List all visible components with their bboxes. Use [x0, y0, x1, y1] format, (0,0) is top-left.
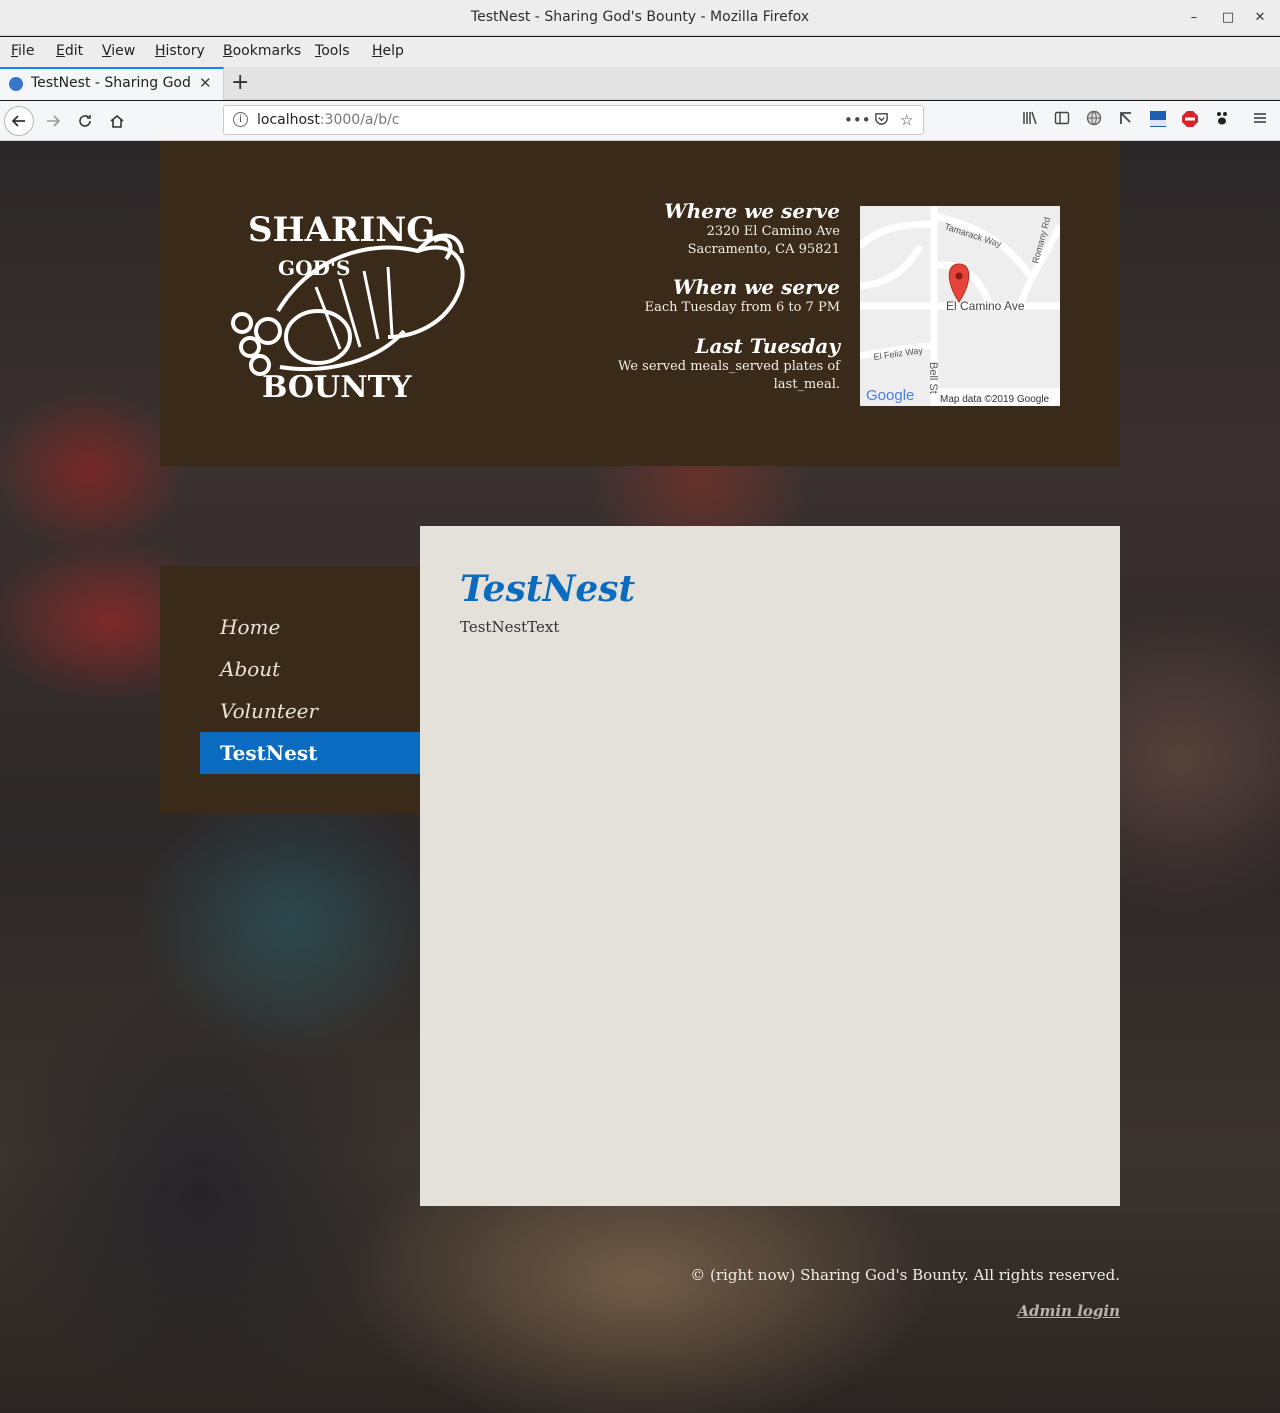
back-button[interactable] — [4, 106, 34, 136]
bookmark-star-icon[interactable]: ☆ — [900, 111, 913, 129]
reload-icon — [79, 115, 91, 127]
new-tab-button[interactable]: + — [231, 70, 249, 95]
extension-new-icon[interactable] — [1148, 110, 1168, 130]
logo-word-sharing: SHARING — [248, 210, 435, 250]
main-content: TestNest TestNestText — [420, 526, 1120, 1206]
minimize-button[interactable]: – — [1184, 8, 1204, 28]
maximize-button[interactable]: □ — [1218, 8, 1238, 28]
when-heading: When we serve — [672, 275, 840, 299]
map-attribution: Map data ©2019 Google — [940, 394, 1050, 405]
hamburger-menu-icon[interactable] — [1250, 110, 1270, 130]
page-title: TestNest — [460, 568, 636, 610]
menu-file[interactable]: File — [11, 43, 34, 59]
logo-word-gods: GOD'S — [278, 256, 350, 280]
where-address-line1: 2320 El Camino Ave — [706, 224, 840, 239]
last-tuesday-line1: We served meals_served plates of — [618, 359, 840, 374]
tab-testnest[interactable]: TestNest - Sharing God's Bounty ✕ — [0, 67, 224, 100]
when-schedule: Each Tuesday from 6 to 7 PM — [644, 300, 840, 315]
copyright-text: © (right now) Sharing God's Bounty. All … — [690, 1266, 1120, 1284]
page-actions-icon[interactable]: ••• — [844, 111, 871, 129]
tab-bar: TestNest - Sharing God's Bounty ✕ + — [0, 67, 1280, 100]
forward-button[interactable] — [38, 106, 68, 136]
last-tuesday-heading: Last Tuesday — [695, 334, 840, 358]
home-icon — [110, 114, 124, 128]
pocket-icon[interactable] — [874, 111, 889, 130]
last-tuesday-line2: last_meal. — [773, 377, 840, 392]
sidebar-shape — [1054, 111, 1070, 125]
arrow-ext-shape — [1120, 112, 1131, 124]
tab-title: TestNest - Sharing God's Bounty — [31, 75, 191, 91]
hamburger-shape — [1254, 113, 1266, 123]
where-heading: Where we serve — [664, 199, 840, 223]
menu-edit[interactable]: Edit — [56, 43, 83, 59]
library-icon[interactable] — [1020, 110, 1040, 130]
close-window-button[interactable]: ✕ — [1250, 8, 1270, 28]
menu-help[interactable]: Help — [372, 43, 404, 59]
adblock-icon[interactable] — [1180, 110, 1200, 130]
extension-arrow-icon[interactable] — [1116, 110, 1136, 130]
menu-bookmarks[interactable]: Bookmarks — [223, 43, 301, 59]
menu-tools[interactable]: Tools — [315, 43, 350, 59]
home-button[interactable] — [102, 106, 132, 136]
admin-login-link[interactable]: Admin login — [690, 1302, 1120, 1320]
arrow-right-icon — [47, 115, 61, 127]
map-label-bell: Bell St — [927, 362, 939, 394]
nav-testnest[interactable]: TestNest — [200, 732, 420, 774]
site-footer: © (right now) Sharing God's Bounty. All … — [690, 1266, 1120, 1320]
window-titlebar: TestNest - Sharing God's Bounty - Mozill… — [0, 0, 1280, 36]
extension-globe-icon[interactable] — [1084, 110, 1104, 130]
sidebar-toggle-icon[interactable] — [1052, 110, 1072, 130]
sharing-gods-bounty-logo[interactable]: SHARING GOD'S BOUNTY — [220, 199, 470, 405]
new-badge-shape — [1150, 111, 1166, 127]
globe-shape — [1086, 110, 1102, 126]
library-shape — [1023, 111, 1037, 125]
site-nav: Home About Volunteer TestNest — [160, 566, 420, 814]
nav-home[interactable]: Home — [200, 606, 420, 648]
site-info-icon[interactable]: i — [233, 112, 248, 127]
extension-paw-icon[interactable] — [1212, 110, 1232, 130]
url-path: :3000/a/b/c — [319, 112, 400, 128]
arrow-left-icon — [11, 115, 25, 127]
adblock-shape — [1182, 111, 1198, 127]
when-we-serve-block: When we serve Each Tuesday from 6 to 7 P… — [645, 275, 840, 317]
nav-volunteer[interactable]: Volunteer — [200, 690, 420, 732]
menu-bar: File Edit View History Bookmarks Tools H… — [0, 37, 1280, 67]
map-label-camino: El Camino Ave — [946, 299, 1025, 313]
logo-word-bounty: BOUNTY — [262, 370, 412, 405]
page-viewport: SHARING GOD'S BOUNTY Where we serve 2320… — [0, 141, 1280, 1413]
site-header: SHARING GOD'S BOUNTY Where we serve 2320… — [160, 141, 1120, 466]
site-favicon-icon — [9, 77, 23, 91]
last-tuesday-block: Last Tuesday We served meals_served plat… — [618, 334, 840, 394]
close-tab-icon[interactable]: ✕ — [199, 74, 212, 92]
menu-view[interactable]: View — [102, 43, 135, 59]
window-title: TestNest - Sharing God's Bounty - Mozill… — [470, 9, 810, 25]
url-host: localhost — [257, 112, 320, 128]
address-bar[interactable]: i localhost:3000/a/b/c ••• ☆ — [223, 105, 924, 135]
url-text[interactable]: localhost:3000/a/b/c — [257, 112, 400, 128]
reload-button[interactable] — [70, 106, 100, 136]
pocket-shape — [875, 113, 888, 125]
where-we-serve-block: Where we serve 2320 El Camino Ave Sacram… — [664, 199, 840, 259]
google-logo: Google — [866, 387, 914, 404]
where-address-line2: Sacramento, CA 95821 — [687, 242, 840, 257]
page-body-text: TestNestText — [460, 618, 560, 636]
paw-shape — [1217, 112, 1227, 125]
map-graphic: Tamarack Way Romany Rd El Camino Ave El … — [860, 206, 1060, 406]
nav-about[interactable]: About — [200, 648, 420, 690]
location-map[interactable]: Tamarack Way Romany Rd El Camino Ave El … — [860, 206, 1060, 406]
menu-history[interactable]: History — [155, 43, 205, 59]
navigation-toolbar: i localhost:3000/a/b/c ••• ☆ — [0, 101, 1280, 141]
